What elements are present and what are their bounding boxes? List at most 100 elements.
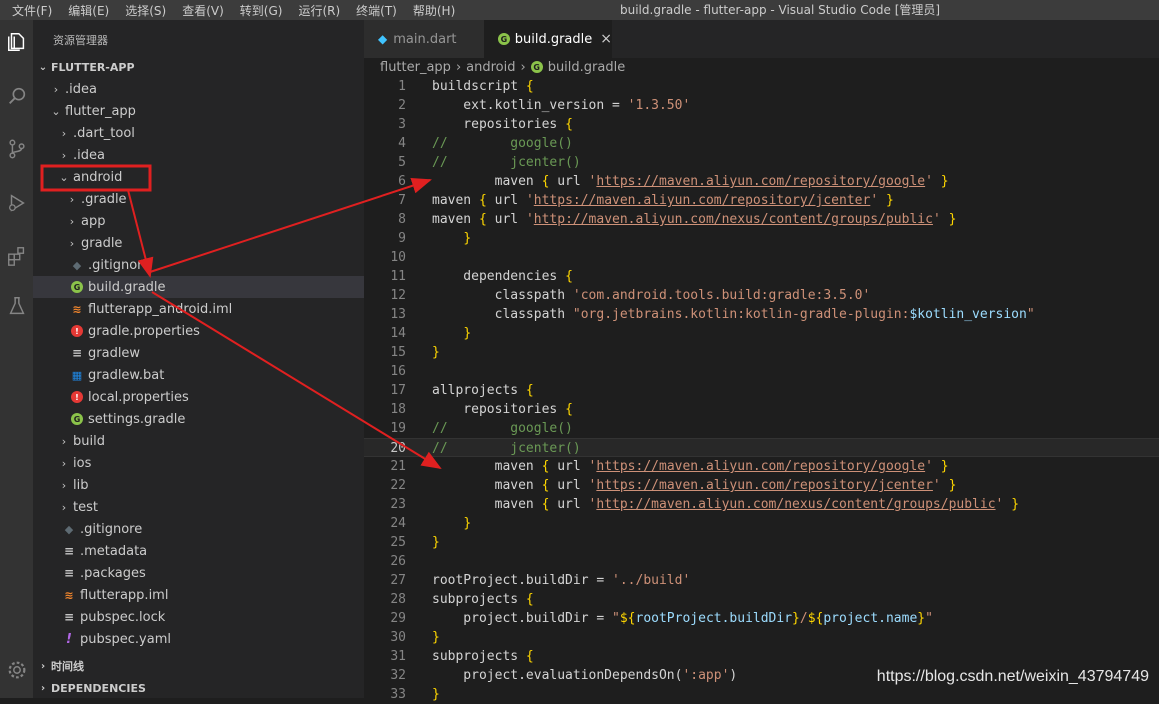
tree-file[interactable]: ≡ gradlew	[33, 342, 364, 364]
tree-label: build	[73, 433, 105, 449]
tree-file[interactable]: ! local.properties	[33, 386, 364, 408]
code-text: maven { url 'https://maven.aliyun.com/re…	[432, 459, 949, 474]
file-lines-icon: ≡	[63, 544, 75, 558]
code-line: 31 subprojects {	[364, 647, 1159, 666]
menu-item[interactable]: 运行(R)	[298, 2, 340, 19]
chevron-right-icon: ›	[40, 660, 46, 672]
code-text: maven { url 'https://maven.aliyun.com/re…	[432, 193, 894, 208]
extensions-icon[interactable]	[0, 238, 33, 274]
code-line: 29 project.buildDir = "${rootProject.bui…	[364, 609, 1159, 628]
settings-gear-icon[interactable]	[0, 652, 33, 688]
code-line: 33}	[364, 685, 1159, 704]
breadcrumb-item[interactable]: flutter_app	[380, 60, 451, 75]
tree-label: .metadata	[80, 543, 148, 559]
menu-item[interactable]: 文件(F)	[12, 2, 52, 19]
line-number: 31	[390, 649, 406, 664]
tree-folder[interactable]: ⌄ flutter_app	[33, 100, 364, 122]
tree-file[interactable]: ◆ .gitignore	[33, 518, 364, 540]
line-number: 2	[398, 98, 406, 113]
line-number: 23	[390, 497, 406, 512]
menu-item[interactable]: 编辑(E)	[68, 2, 109, 19]
code-text: }	[432, 345, 440, 360]
line-number: 17	[390, 383, 406, 398]
tab-build-gradle[interactable]: G build.gradle ×	[484, 20, 612, 58]
code-text: project.buildDir = "${rootProject.buildD…	[432, 611, 933, 626]
tree-label: .gradle	[81, 191, 127, 207]
section-flutter-app[interactable]: ⌄ FLUTTER-APP	[33, 56, 364, 78]
line-number: 30	[390, 630, 406, 645]
tree-label: lib	[73, 477, 89, 493]
tree-file[interactable]: Gsettings.gradle	[33, 408, 364, 430]
tree-file[interactable]: ◆ .gitignore	[33, 254, 364, 276]
tree-label: gradlew.bat	[88, 367, 165, 383]
code-line: 28 subprojects {	[364, 590, 1159, 609]
code-text: }	[463, 326, 472, 341]
line-number: 1	[398, 79, 406, 94]
tree-folder[interactable]: › ios	[33, 452, 364, 474]
tree-file[interactable]: ≡ .metadata	[33, 540, 364, 562]
run-debug-icon[interactable]	[0, 185, 33, 221]
tree-folder[interactable]: › lib	[33, 474, 364, 496]
line-number: 11	[390, 269, 406, 284]
menu-bar: 文件(F) 编辑(E) 选择(S) 查看(V) 转到(G) 运行(R) 终端(T) 帮助(H)	[12, 0, 471, 20]
tree-file[interactable]: ≋ flutterapp.iml	[33, 584, 364, 606]
explorer-icon[interactable]	[0, 24, 33, 60]
code-editor[interactable]: 1 buildscript {2 ext.kotlin_version = '1.…	[364, 77, 1159, 702]
menu-item[interactable]: 帮助(H)	[413, 2, 455, 19]
tab-label: main.dart	[393, 31, 457, 47]
code-text: }	[432, 535, 440, 550]
code-line: 20 // jcenter()	[364, 438, 1159, 457]
tab-main-dart[interactable]: ◆ main.dart	[364, 20, 484, 58]
breadcrumb-item[interactable]: build.gradle	[548, 60, 626, 75]
tree-file[interactable]: ! pubspec.yaml	[33, 628, 364, 650]
line-number: 26	[390, 554, 406, 569]
code-line: 27 rootProject.buildDir = '../build'	[364, 571, 1159, 590]
line-number: 29	[390, 611, 406, 626]
tree-file[interactable]: Gbuild.gradle	[33, 276, 364, 298]
flask-icon[interactable]	[0, 288, 33, 324]
properties-icon: !	[71, 391, 83, 403]
menu-item[interactable]: 转到(G)	[240, 2, 283, 19]
tree-folder[interactable]: › .dart_tool	[33, 122, 364, 144]
properties-icon: !	[71, 325, 83, 337]
section-timeline[interactable]: › 时间线	[33, 655, 364, 677]
code-text: maven { url 'https://maven.aliyun.com/re…	[432, 174, 949, 189]
tree-folder[interactable]: › .idea	[33, 78, 364, 100]
source-control-icon[interactable]	[0, 131, 33, 167]
code-line: 14 }	[364, 324, 1159, 343]
close-icon[interactable]: ×	[600, 31, 612, 47]
code-line: 16	[364, 362, 1159, 381]
tree-file[interactable]: ≡ .packages	[33, 562, 364, 584]
tree-folder[interactable]: › .gradle	[33, 188, 364, 210]
tree-file[interactable]: ▦ gradlew.bat	[33, 364, 364, 386]
tree-folder[interactable]: › gradle	[33, 232, 364, 254]
breadcrumb-item[interactable]: android	[466, 60, 515, 75]
menu-item[interactable]: 选择(S)	[125, 2, 166, 19]
line-number: 27	[390, 573, 406, 588]
tree-label: .dart_tool	[73, 125, 135, 141]
tree-label: pubspec.lock	[80, 609, 166, 625]
line-number: 12	[390, 288, 406, 303]
tree-folder[interactable]: › app	[33, 210, 364, 232]
tree-label: .packages	[80, 565, 146, 581]
menu-item[interactable]: 终端(T)	[356, 2, 397, 19]
section-dependencies[interactable]: › DEPENDENCIES	[33, 677, 364, 699]
tree-folder[interactable]: › build	[33, 430, 364, 452]
tree-file[interactable]: ! gradle.properties	[33, 320, 364, 342]
tree-label: gradlew	[88, 345, 141, 361]
title-bar: 文件(F) 编辑(E) 选择(S) 查看(V) 转到(G) 运行(R) 终端(T) 帮助(H)…	[0, 0, 1159, 20]
explorer-title: 资源管理器	[53, 34, 108, 47]
line-number: 16	[390, 364, 406, 379]
code-text: rootProject.buildDir = '../build'	[432, 573, 691, 588]
tree-file[interactable]: ≡ pubspec.lock	[33, 606, 364, 628]
tree-folder[interactable]: › .idea	[33, 144, 364, 166]
code-text: classpath 'com.android.tools.build:gradl…	[432, 288, 871, 303]
tree-file[interactable]: ≋ flutterapp_android.iml	[33, 298, 364, 320]
search-icon[interactable]	[0, 78, 33, 114]
chevron-right-icon: ›	[61, 434, 67, 448]
tree-label: ios	[73, 455, 92, 471]
rss-icon: ≋	[72, 302, 82, 316]
tree-folder[interactable]: › test	[33, 496, 364, 518]
tree-folder[interactable]: ⌄ android	[33, 166, 364, 188]
menu-item[interactable]: 查看(V)	[182, 2, 224, 19]
